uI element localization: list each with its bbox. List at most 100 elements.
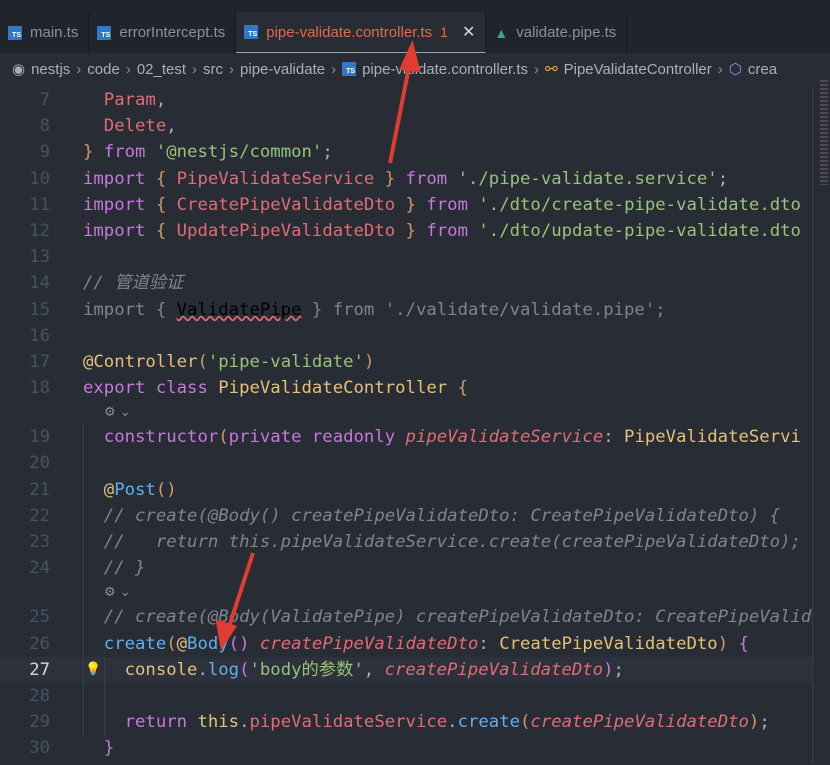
code-token: CreatePipeValidateDto (499, 633, 718, 654)
problem-count-badge: 1 (440, 24, 448, 40)
code-text: // return this.pipeValidateService.creat… (83, 529, 801, 555)
typescript-icon: TS (97, 25, 112, 40)
breadcrumb: ◉ nestjs › code › 02_test › src › pipe-validate › T… (0, 53, 830, 85)
code-token: , (155, 90, 167, 110)
code-line[interactable]: 30 } (0, 735, 812, 761)
line-number: 29 (29, 712, 50, 733)
code-token: : (603, 427, 625, 448)
code-token: @Controller (83, 351, 198, 372)
code-token: './dto/update-pipe-validate.dto (478, 220, 801, 241)
minimap[interactable] (812, 87, 830, 763)
breadcrumb-item[interactable]: crea (748, 61, 777, 78)
breadcrumb-item[interactable]: src (203, 61, 223, 78)
code-line[interactable]: 14 // 管道验证 (0, 270, 812, 296)
code-line[interactable]: 16 (0, 323, 812, 349)
code-token: ) (603, 659, 614, 680)
code-token: { (155, 220, 177, 241)
code-line[interactable]: 29 return this.pipeValidateService.creat… (0, 709, 812, 735)
code-token: ( (239, 659, 250, 680)
line-number: 22 (29, 505, 50, 526)
code-line[interactable]: 8 Delete, (0, 113, 812, 139)
line-number: 24 (29, 558, 50, 579)
code-token: ( (197, 351, 208, 372)
code-token: ( (166, 633, 177, 654)
code-line[interactable]: 10 import { PipeValidateService } from '.… (0, 166, 812, 192)
code-text: console.log('body的参数', createPipeValidat… (83, 657, 624, 683)
code-token: constructor (83, 427, 219, 448)
breadcrumb-item[interactable]: 02_test (137, 61, 186, 78)
code-text: constructor(private readonly pipeValidat… (83, 424, 801, 450)
chevron-right-icon: › (125, 60, 131, 78)
code-line[interactable]: 11 import { CreatePipeValidateDto } from … (0, 192, 812, 218)
tab-validate-pipe-ts[interactable]: ▲ validate.pipe.ts (486, 12, 628, 53)
code-line[interactable]: 19 constructor(private readonly pipeVali… (0, 424, 812, 450)
code-token: './pipe-validate.service' (457, 168, 718, 189)
tab-main-ts[interactable]: TS main.ts (0, 12, 90, 53)
code-line[interactable]: 17 @Controller('pipe-validate') (0, 349, 812, 375)
breadcrumb-item[interactable]: code (87, 61, 120, 78)
code-line[interactable]: 13 (0, 244, 812, 270)
code-line[interactable]: 20 (0, 450, 812, 476)
code-token: 'pipe-validate' (207, 351, 364, 372)
code-token: import (83, 220, 156, 241)
code-token: import { (83, 299, 177, 320)
line-number: 23 (29, 532, 50, 552)
code-token: ( (218, 427, 229, 448)
code-token: ; (717, 168, 729, 189)
code-line[interactable]: 28 (0, 683, 812, 709)
breadcrumb-item[interactable]: pipe-validate.controller.ts (362, 61, 528, 78)
code-line[interactable]: 22 // create(@Body() createPipeValidateD… (0, 503, 812, 529)
tab-errorIntercept-ts[interactable]: TS errorIntercept.ts (89, 12, 237, 53)
code-token: ) (717, 633, 729, 654)
codelens[interactable]: ⚙ ⌄ (0, 581, 812, 604)
codelens-icon[interactable]: ⚙ ⌄ (104, 585, 131, 600)
code-line[interactable]: 24 // } (0, 555, 812, 581)
code-token: 'body的参数' (249, 659, 364, 680)
code-token: . (239, 712, 250, 733)
code-token: './dto/create-pipe-validate.dto (478, 194, 801, 215)
code-line[interactable]: 7 Param, (0, 87, 812, 113)
angular-icon: ▲ (494, 24, 509, 41)
code-line[interactable]: 26 create(@Body() createPipeValidateDto:… (0, 631, 812, 657)
breadcrumb-item[interactable]: nestjs (31, 61, 70, 78)
code-token: create (457, 712, 521, 733)
code-line[interactable]: 23 // return this.pipeValidateService.cr… (0, 529, 812, 555)
code-text: } (83, 735, 114, 761)
indent-guide (104, 657, 105, 736)
line-number: 10 (29, 168, 50, 189)
code-token: '@nestjs/common' (155, 142, 323, 163)
code-editor[interactable]: 7 Param, 8 Delete, 9} from '@nestjs/common… (0, 87, 812, 763)
tab-label: errorIntercept.ts (119, 24, 226, 41)
codelens-icon[interactable]: ⚙ ⌄ (104, 405, 131, 420)
code-line[interactable]: 21 @Post() (0, 477, 812, 503)
code-token: // return this.pipeValidateService.creat… (83, 532, 801, 552)
code-line[interactable]: 18 export class PipeValidateController { (0, 375, 812, 401)
code-token: ; (613, 659, 624, 680)
code-token: Param (83, 90, 156, 110)
tab-label: pipe-validate.controller.ts (266, 23, 433, 41)
tab-pipe-validate-controller-ts[interactable]: TS pipe-validate.controller.ts 1 ✕ (236, 12, 487, 53)
code-text: Delete, (83, 113, 177, 139)
code-line[interactable]: 9} from '@nestjs/common'; (0, 139, 812, 165)
code-line[interactable]: 25 // create(@Body(ValidatePipe) createP… (0, 604, 812, 630)
line-number: 14 (29, 273, 50, 294)
code-line[interactable]: 12 import { UpdatePipeValidateDto } from … (0, 218, 812, 244)
chevron-right-icon: › (717, 60, 723, 78)
line-number: 15 (29, 299, 50, 320)
close-icon[interactable]: ✕ (462, 22, 475, 42)
code-token: create (83, 633, 167, 654)
breadcrumb-item[interactable]: PipeValidateController (564, 61, 712, 78)
code-line[interactable]: 15 import { ValidatePipe } from './valida… (0, 297, 812, 323)
code-text: // 管道验证 (83, 270, 183, 296)
codelens[interactable]: ⚙ ⌄ (0, 401, 812, 424)
title-bar (0, 0, 830, 12)
breadcrumb-item[interactable]: pipe-validate (240, 61, 325, 78)
line-number: 7 (39, 90, 50, 110)
code-text: import { UpdatePipeValidateDto } from '.… (83, 218, 801, 244)
line-number: 26 (29, 633, 50, 654)
line-number: 27 (29, 659, 50, 680)
code-text: // } (83, 555, 146, 581)
tab-label: validate.pipe.ts (516, 24, 617, 41)
code-line[interactable]: 27 💡 console.log('body的参数', createPipeVal… (0, 656, 812, 683)
code-token: // 管道验证 (83, 273, 184, 294)
